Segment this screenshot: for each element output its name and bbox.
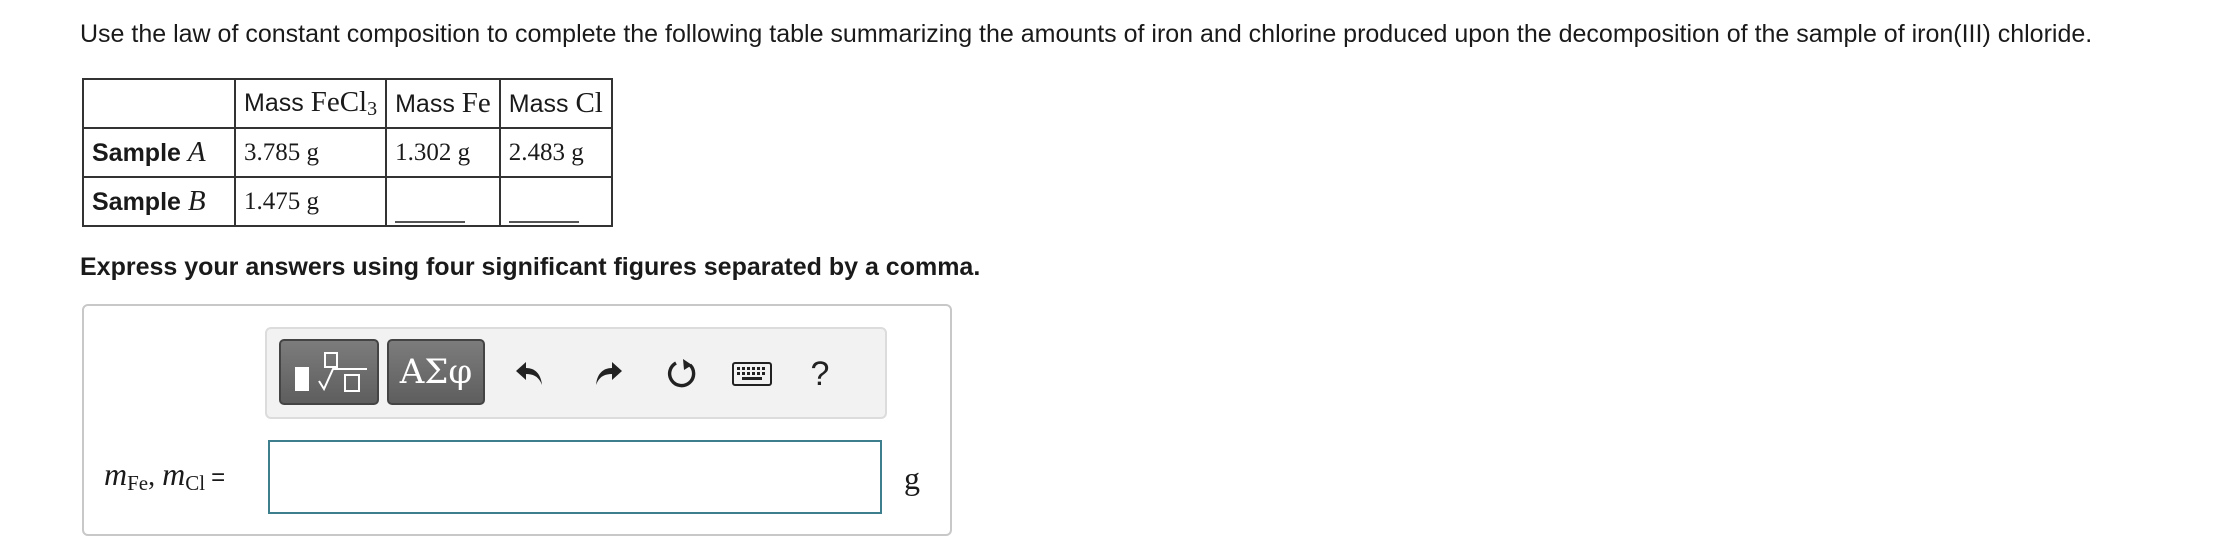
composition-table: Mass FeCl3 Mass Fe Mass Cl Sample A 3.78… xyxy=(82,78,613,227)
cell-b-cl xyxy=(498,176,613,227)
row-label-var: B xyxy=(187,185,206,217)
keyboard-button[interactable] xyxy=(729,351,775,397)
redo-button[interactable] xyxy=(585,351,631,397)
subscript-fe: Fe xyxy=(127,471,149,495)
row-label-text: Sample xyxy=(92,139,188,167)
blank-line xyxy=(508,221,579,223)
answer-instruction: Express your answers using four signific… xyxy=(80,253,981,281)
cell-b-fecl3: 1.475 g xyxy=(233,176,388,227)
table-corner-cell xyxy=(82,78,236,129)
subscript-cl: Cl xyxy=(185,471,206,495)
row-label-text: Sample xyxy=(92,188,188,216)
header-prefix: Mass xyxy=(395,90,462,118)
fraction-root-template-icon xyxy=(295,352,367,392)
row-label-sample-a: Sample A xyxy=(82,127,236,178)
reset-icon xyxy=(668,359,696,388)
help-button[interactable]: ? xyxy=(797,351,843,397)
header-formula: Fe xyxy=(461,87,491,119)
cell-a-fecl3: 3.785 g xyxy=(233,127,388,178)
header-mass-cl: Mass Cl xyxy=(498,78,613,129)
undo-button[interactable] xyxy=(507,351,553,397)
cell-a-fe: 1.302 g xyxy=(385,127,501,178)
header-formula: FeCl xyxy=(310,86,368,118)
keyboard-icon xyxy=(732,362,772,386)
header-subscript: 3 xyxy=(367,98,378,120)
var-m-fe: m xyxy=(104,456,128,492)
table-row: Sample B 1.475 g xyxy=(82,176,613,227)
equals-sign: = xyxy=(211,464,226,491)
answer-input[interactable] xyxy=(268,440,882,514)
cell-a-cl: 2.483 g xyxy=(498,127,613,178)
row-label-sample-b: Sample B xyxy=(82,176,236,227)
redo-icon xyxy=(596,362,622,385)
table-row: Sample A 3.785 g 1.302 g 2.483 g xyxy=(82,127,613,178)
cell-b-fe xyxy=(385,176,501,227)
math-toolbar: ΑΣφ ? xyxy=(265,327,887,419)
header-formula: Cl xyxy=(575,87,603,119)
table-header-row: Mass FeCl3 Mass Fe Mass Cl xyxy=(82,78,613,129)
header-prefix: Mass xyxy=(244,89,311,117)
unit-label: g xyxy=(904,460,920,496)
var-m-cl: m xyxy=(162,456,186,492)
separator: , xyxy=(148,461,163,492)
header-mass-fecl3: Mass FeCl3 xyxy=(233,78,388,129)
blank-line xyxy=(395,221,466,223)
row-label-var: A xyxy=(187,136,206,168)
undo-icon xyxy=(516,362,542,385)
reset-button[interactable] xyxy=(659,351,705,397)
symbols-button[interactable]: ΑΣφ xyxy=(387,339,485,405)
templates-button[interactable] xyxy=(279,339,379,405)
header-prefix: Mass xyxy=(508,90,576,118)
question-intro: Use the law of constant composition to c… xyxy=(80,20,2093,48)
answer-field-label: mFe, mCl = xyxy=(104,456,225,496)
header-mass-fe: Mass Fe xyxy=(385,78,501,129)
